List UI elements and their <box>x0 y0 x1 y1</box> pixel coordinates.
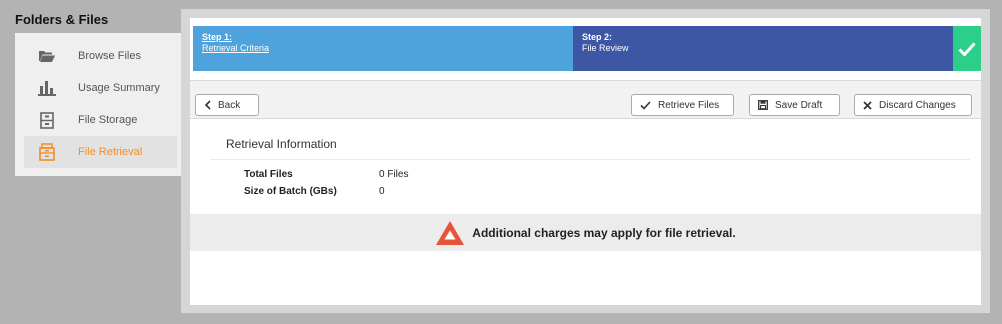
batch-size-value: 0 <box>379 186 385 197</box>
step-complete <box>953 26 981 71</box>
sidebar-item-label: Browse Files <box>78 50 141 62</box>
save-icon <box>758 100 768 110</box>
step-subtitle: File Review <box>582 43 629 53</box>
save-draft-label: Save Draft <box>775 99 823 111</box>
divider <box>210 159 970 160</box>
sidebar-item-file-retrieval[interactable]: File Retrieval <box>24 136 177 168</box>
discard-changes-button[interactable]: Discard Changes <box>854 94 972 116</box>
sidebar-item-browse-files[interactable]: Browse Files <box>24 40 177 72</box>
content-area: Step 1: Retrieval Criteria Step 2: File … <box>190 18 981 305</box>
back-button[interactable]: Back <box>195 94 259 116</box>
retrieve-files-button[interactable]: Retrieve Files <box>631 94 734 116</box>
section-title: Retrieval Information <box>226 137 337 151</box>
warning-text: Additional charges may apply for file re… <box>472 225 736 240</box>
sidebar-item-label: File Storage <box>78 114 138 126</box>
total-files-value: 0 Files <box>379 169 409 180</box>
cabinet-icon <box>37 110 57 130</box>
main-panel: Step 1: Retrieval Criteria Step 2: File … <box>181 9 990 313</box>
sidebar-item-label: Usage Summary <box>78 82 160 94</box>
sidebar-item-label: File Retrieval <box>78 146 143 158</box>
warning-banner: Additional charges may apply for file re… <box>190 214 981 251</box>
sidebar-title: Folders & Files <box>15 12 109 27</box>
toolbar: Back Retrieve Files Save Draft Discard C… <box>190 80 981 119</box>
step-title: Step 1: <box>202 32 233 42</box>
chevron-left-icon <box>204 100 211 110</box>
bar-chart-icon <box>37 78 57 98</box>
sidebar: Browse Files Usage Summary File Storage … <box>15 33 181 176</box>
step-2: Step 2: File Review <box>573 26 953 71</box>
check-icon <box>640 100 651 110</box>
total-files-label: Total Files <box>244 169 293 180</box>
step-subtitle: Retrieval Criteria <box>202 43 270 53</box>
step-progress-bar: Step 1: Retrieval Criteria Step 2: File … <box>193 26 981 71</box>
warning-triangle-icon <box>435 220 465 246</box>
retrieve-files-label: Retrieve Files <box>658 99 720 111</box>
sidebar-item-usage-summary[interactable]: Usage Summary <box>24 72 177 104</box>
step-title: Step 2: <box>582 32 613 42</box>
sidebar-item-file-storage[interactable]: File Storage <box>24 104 177 136</box>
archive-box-icon <box>37 142 57 162</box>
close-icon <box>863 100 872 110</box>
batch-size-label: Size of Batch (GBs) <box>244 186 337 197</box>
step-1[interactable]: Step 1: Retrieval Criteria <box>193 26 573 71</box>
save-draft-button[interactable]: Save Draft <box>749 94 840 116</box>
checkmark-icon <box>958 41 976 56</box>
folder-open-icon <box>37 46 57 66</box>
discard-changes-label: Discard Changes <box>879 99 956 111</box>
back-button-label: Back <box>218 99 241 111</box>
